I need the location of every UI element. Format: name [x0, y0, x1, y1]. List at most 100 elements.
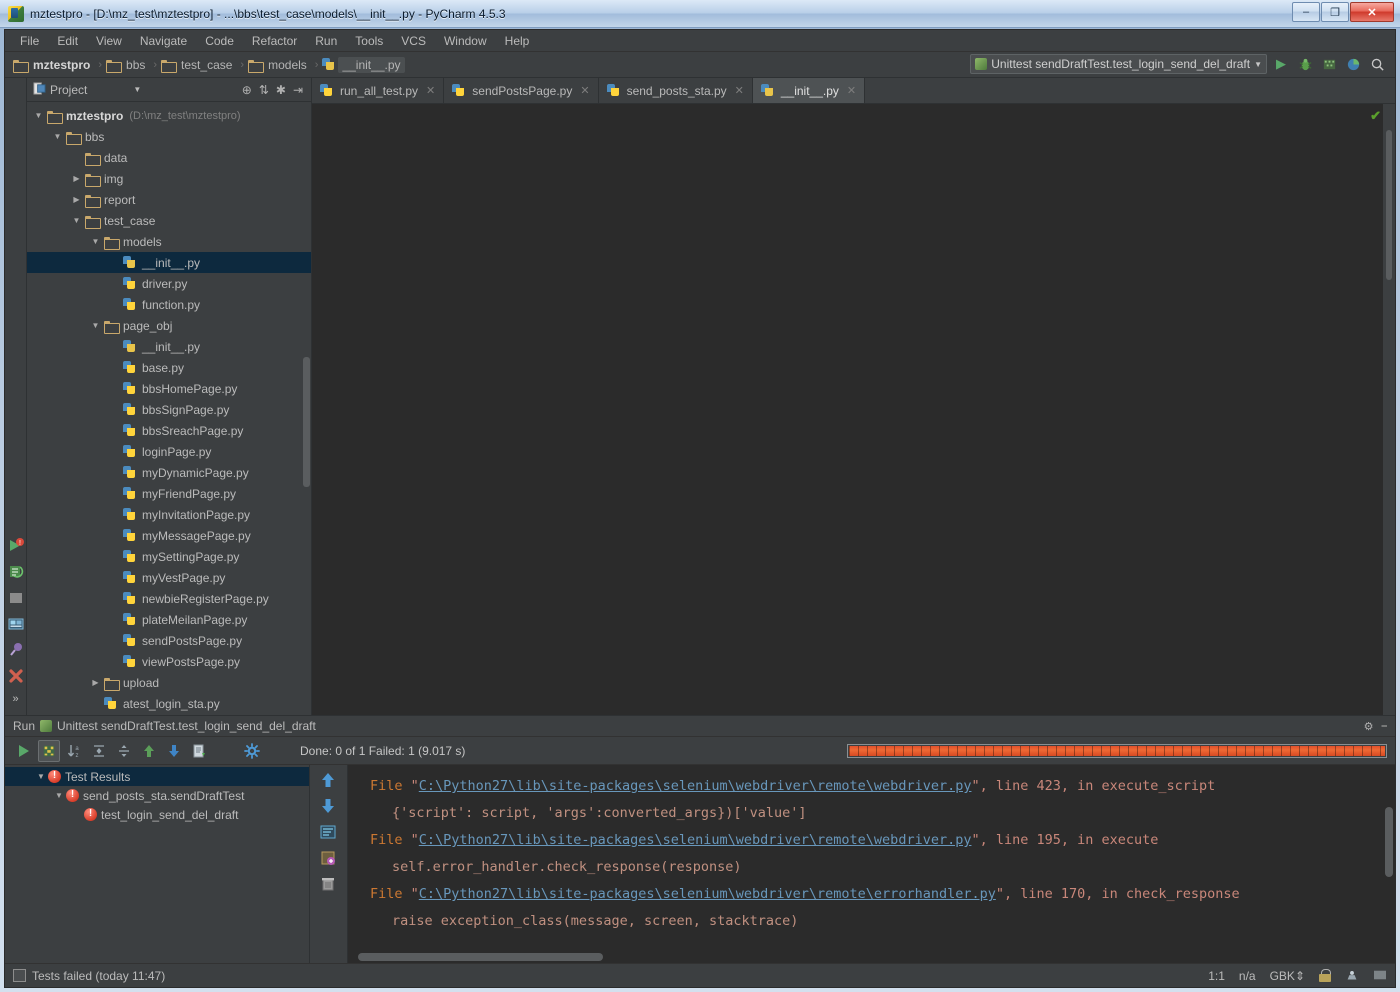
tree-item-bbshomepage-py[interactable]: bbsHomePage.py — [27, 378, 311, 399]
stacktrace-file-link[interactable]: C:\Python27\lib\site-packages\selenium\w… — [419, 832, 972, 848]
code-editor[interactable]: ✔ — [312, 104, 1395, 715]
tab-send-posts-page[interactable]: sendPostsPage.py ✕ — [444, 78, 598, 103]
maximize-button[interactable]: ❐ — [1321, 2, 1349, 22]
chevron-down-icon[interactable]: ▼ — [33, 110, 44, 121]
tree-item-mztestpro[interactable]: ▼mztestpro(D:\mz_test\mztestpro) — [27, 105, 311, 126]
close-button[interactable]: ✕ — [1350, 2, 1394, 22]
menu-run[interactable]: Run — [306, 32, 346, 50]
console-vertical-scrollbar[interactable] — [1385, 807, 1393, 877]
chevron-down-icon[interactable]: ▼ — [133, 85, 141, 94]
test-results-tree[interactable]: ▼!Test Results▼!send_posts_sta.sendDraft… — [5, 765, 310, 963]
menu-navigate[interactable]: Navigate — [131, 32, 196, 50]
tree-item-atest-login-sta-py[interactable]: atest_login_sta.py — [27, 693, 311, 714]
python-console-button[interactable] — [7, 641, 25, 659]
expand-all-button[interactable] — [88, 740, 110, 762]
menu-edit[interactable]: Edit — [48, 32, 87, 50]
debug-button[interactable] — [1295, 54, 1315, 74]
profile-button[interactable] — [1343, 54, 1363, 74]
tree-item--init-py[interactable]: __init__.py — [27, 336, 311, 357]
tree-item-myinvitationpage-py[interactable]: myInvitationPage.py — [27, 504, 311, 525]
close-tool-button[interactable] — [7, 667, 25, 685]
stacktrace-file-link[interactable]: C:\Python27\lib\site-packages\selenium\w… — [419, 886, 996, 902]
hide-window-button[interactable]: ⎯ — [1382, 720, 1388, 733]
caret-position[interactable]: 1:1 — [1208, 969, 1225, 983]
toggle-auto-test-button[interactable] — [38, 740, 60, 762]
tree-item-bbs[interactable]: ▼bbs — [27, 126, 311, 147]
tree-item-loginpage-py[interactable]: loginPage.py — [27, 441, 311, 462]
inspection-status-icon[interactable]: ✔ — [1370, 108, 1381, 124]
menu-window[interactable]: Window — [435, 32, 496, 50]
scroll-up-button[interactable] — [319, 771, 339, 791]
tree-item-page-obj[interactable]: ▼page_obj — [27, 315, 311, 336]
tree-item-mymessagepage-py[interactable]: myMessagePage.py — [27, 525, 311, 546]
tree-item-bbssignpage-py[interactable]: bbsSignPage.py — [27, 399, 311, 420]
tree-item-mysettingpage-py[interactable]: mySettingPage.py — [27, 546, 311, 567]
previous-failed-test-button[interactable] — [138, 740, 160, 762]
soft-wrap-button[interactable] — [319, 823, 339, 843]
close-icon[interactable]: ✕ — [847, 84, 856, 97]
tab-run-all-test[interactable]: run_all_test.py ✕ — [312, 78, 444, 103]
tree-item-viewpostspage-py[interactable]: viewPostsPage.py — [27, 651, 311, 672]
close-icon[interactable]: ✕ — [735, 84, 744, 97]
menu-view[interactable]: View — [87, 32, 131, 50]
settings-gear-icon[interactable] — [241, 740, 263, 762]
tab-init-py[interactable]: __init__.py ✕ — [753, 78, 865, 103]
chevron-down-icon[interactable]: ▼ — [53, 791, 65, 800]
project-tree[interactable]: ▼mztestpro(D:\mz_test\mztestpro)▼bbsdata… — [27, 102, 311, 715]
breadcrumb-init-py[interactable]: __init__.py — [320, 57, 406, 73]
tree-item-test-case[interactable]: ▼test_case — [27, 210, 311, 231]
background-tasks-icon[interactable] — [13, 969, 26, 982]
tree-item-models[interactable]: ▼models — [27, 231, 311, 252]
menu-code[interactable]: Code — [196, 32, 243, 50]
run-configuration-selector[interactable]: Unittest sendDraftTest.test_login_send_d… — [970, 54, 1267, 74]
tree-item-sendpostspage-py[interactable]: sendPostsPage.py — [27, 630, 311, 651]
menu-file[interactable]: File — [11, 32, 48, 50]
export-test-results-button[interactable] — [188, 740, 210, 762]
close-icon[interactable]: ✕ — [580, 84, 589, 97]
tree-item-newbieregisterpage-py[interactable]: newbieRegisterPage.py — [27, 588, 311, 609]
close-icon[interactable]: ✕ — [426, 84, 435, 97]
todo-button[interactable] — [7, 615, 25, 633]
breadcrumb-models[interactable]: models — [246, 57, 313, 73]
run-button[interactable]: ▶ — [1271, 54, 1291, 74]
menu-vcs[interactable]: VCS — [392, 32, 435, 50]
tree-item-platemeilanpage-py[interactable]: plateMeilanPage.py — [27, 609, 311, 630]
rerun-button[interactable] — [13, 740, 35, 762]
stacktrace-file-link[interactable]: C:\Python27\lib\site-packages\selenium\w… — [419, 778, 972, 794]
terminal-button[interactable] — [7, 589, 25, 607]
menu-tools[interactable]: Tools — [346, 32, 392, 50]
collapse-all-button[interactable]: ⇅ — [259, 83, 269, 97]
console-horizontal-scrollbar[interactable] — [358, 953, 603, 961]
version-control-button[interactable] — [7, 563, 25, 581]
line-separator[interactable]: n/a — [1239, 969, 1256, 983]
tab-send-posts-sta[interactable]: send_posts_sta.py ✕ — [599, 78, 753, 103]
tree-item--init-py[interactable]: __init__.py — [27, 252, 311, 273]
chevron-down-icon[interactable]: ▼ — [35, 772, 47, 781]
sort-alphabetically-button[interactable]: az — [63, 740, 85, 762]
scroll-down-button[interactable] — [319, 797, 339, 817]
chevron-down-icon[interactable]: ▼ — [90, 320, 101, 331]
lock-icon[interactable] — [1319, 969, 1331, 982]
run-tool-window-button[interactable]: ! — [7, 537, 25, 555]
project-tree-scrollbar[interactable] — [303, 357, 310, 487]
tree-item-bbs-home-page-sta-py[interactable]: bbs_home_page_sta.py — [27, 714, 311, 715]
chevron-down-icon[interactable]: ▼ — [71, 215, 82, 226]
chevron-right-icon[interactable]: ▶ — [90, 677, 101, 688]
test-console-output[interactable]: File "C:\Python27\lib\site-packages\sele… — [348, 765, 1395, 963]
tree-item-base-py[interactable]: base.py — [27, 357, 311, 378]
breadcrumb-mztestpro[interactable]: mztestpro — [11, 57, 96, 73]
tree-item-mydynamicpage-py[interactable]: myDynamicPage.py — [27, 462, 311, 483]
coverage-button[interactable] — [1319, 54, 1339, 74]
chevron-right-icon[interactable]: ▶ — [71, 194, 82, 205]
search-everywhere-button[interactable] — [1367, 54, 1387, 74]
memory-indicator[interactable] — [1373, 969, 1387, 983]
tree-item-report[interactable]: ▶report — [27, 189, 311, 210]
settings-gear-icon[interactable]: ✱ — [276, 83, 286, 97]
expand-rail-button[interactable]: » — [7, 693, 25, 711]
menu-refactor[interactable]: Refactor — [243, 32, 306, 50]
chevron-down-icon[interactable]: ▼ — [90, 236, 101, 247]
tree-item-function-py[interactable]: function.py — [27, 294, 311, 315]
hector-icon[interactable] — [1345, 969, 1359, 983]
hide-panel-button[interactable]: ⇥ — [293, 83, 303, 97]
chevron-down-icon[interactable]: ▼ — [52, 131, 63, 142]
